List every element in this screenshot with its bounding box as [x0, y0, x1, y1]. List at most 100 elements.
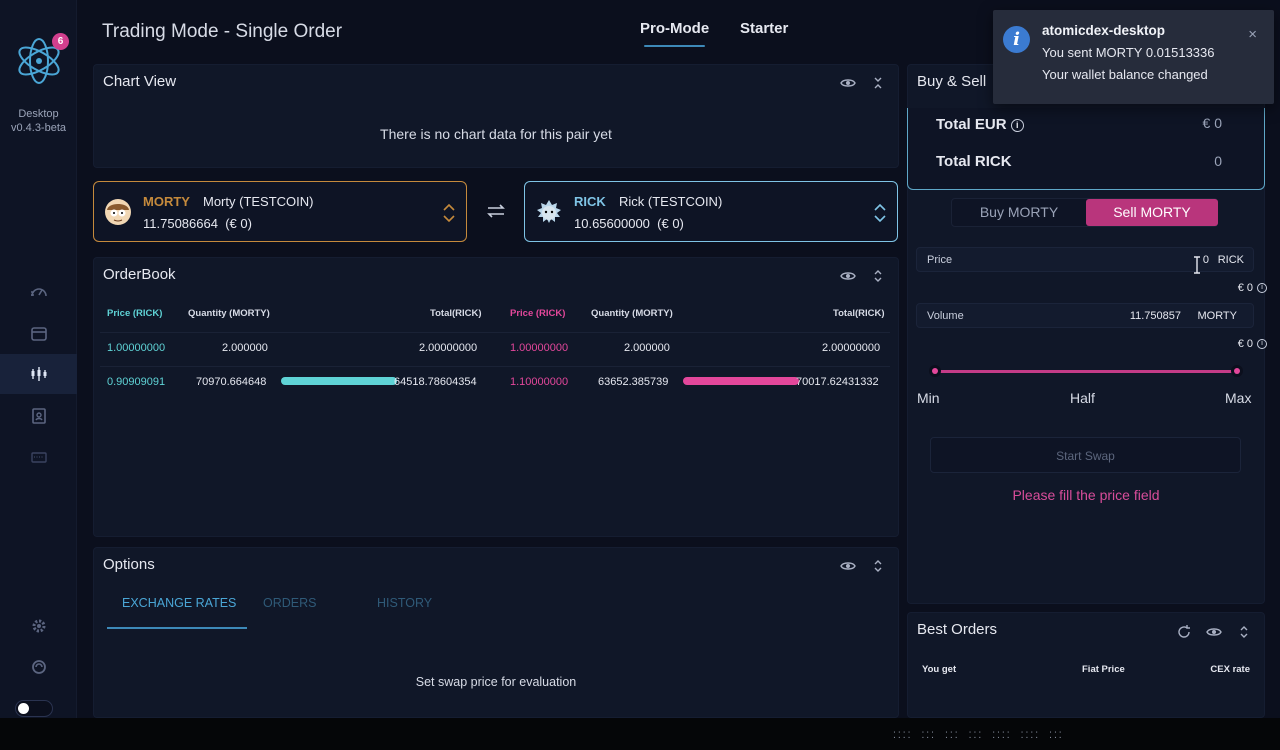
sidebar: 6 Desktop v0.4.3-beta — [0, 0, 77, 718]
ask-price[interactable]: 1.10000000 — [510, 376, 568, 388]
buy-sell-toggle: Buy MORTY Sell MORTY — [951, 198, 1218, 227]
ask-total: 2.00000000 — [822, 342, 881, 354]
chevron-up-down-icon — [874, 203, 886, 223]
volume-field[interactable]: Volume 11.750857 MORTY — [916, 303, 1254, 328]
info-icon[interactable]: i — [1257, 283, 1267, 293]
bid-price[interactable]: 0.90909091 — [107, 376, 165, 388]
bid-qty: 70970.664648 — [196, 376, 267, 388]
morty-avatar-icon — [105, 199, 131, 225]
collapse-icon[interactable] — [1236, 624, 1252, 640]
eye-icon[interactable] — [1206, 624, 1222, 640]
info-icon[interactable]: i — [1010, 119, 1024, 132]
options-empty-message: Set swap price for evaluation — [415, 675, 577, 689]
right-ticker-selector[interactable]: RICK Rick (TESTCOIN) 10.65600000 (€ 0) — [524, 181, 898, 242]
notification-title: atomicdex-desktop — [1042, 23, 1166, 38]
support-icon — [31, 660, 46, 674]
notification-line1: You sent MORTY 0.01513336 — [1042, 45, 1215, 60]
price-field[interactable]: Price 0 RICK — [916, 247, 1254, 272]
tab-starter[interactable]: Starter — [740, 20, 788, 37]
page-title: Trading Mode - Single Order — [102, 21, 343, 42]
gear-icon — [32, 619, 45, 633]
nav-support[interactable] — [0, 647, 77, 687]
volume-unit: MORTY — [1197, 310, 1237, 322]
chart-empty-message: There is no chart data for this pair yet — [380, 126, 612, 142]
price-warning: Please fill the price field — [1012, 487, 1160, 503]
chevron-up-down-icon — [443, 203, 455, 223]
cex-rate-header: CEX rate — [1210, 664, 1250, 675]
text-cursor-icon — [1194, 256, 1200, 274]
ask-qty: 2.000000 — [624, 342, 670, 354]
volume-fiat: € 0 i — [1238, 338, 1267, 350]
tab-pro-mode[interactable]: Pro-Mode — [640, 20, 709, 47]
row-divider — [100, 332, 890, 333]
notification-badge[interactable]: 6 — [52, 33, 69, 50]
options-title: Options — [103, 556, 155, 573]
chart-view-panel: Chart View There is no chart data for th… — [93, 64, 899, 168]
totals-box: Total EUR i € 0 Total RICK 0 — [907, 108, 1265, 190]
bid-price-header: Price (RICK) — [107, 308, 163, 319]
left-ticker-selector[interactable]: MORTY Morty (TESTCOIN) 11.75086664 (€ 0) — [93, 181, 467, 242]
collapse-icon[interactable] — [870, 75, 886, 91]
ask-price[interactable]: 1.00000000 — [510, 342, 568, 354]
ask-depth-bar — [683, 377, 799, 385]
nav-dashboard[interactable] — [0, 272, 77, 312]
row-divider — [100, 366, 890, 367]
theme-toggle[interactable] — [15, 700, 53, 717]
sell-morty-button[interactable]: Sell MORTY — [1086, 199, 1218, 226]
you-get-header: You get — [922, 664, 957, 675]
slider-handle[interactable] — [1231, 365, 1243, 377]
bid-total: 2.00000000 — [419, 342, 478, 354]
bid-depth-bar — [281, 377, 397, 385]
right-ticker-balance: 10.65600000 (€ 0) — [574, 216, 684, 231]
swap-pair-icon[interactable] — [486, 203, 506, 219]
slider-min-label[interactable]: Min — [917, 390, 940, 406]
chart-view-title: Chart View — [103, 73, 177, 90]
slider-half-label[interactable]: Half — [1070, 390, 1095, 406]
tab-orders[interactable]: ORDERS — [263, 596, 316, 610]
ask-qty-header: Quantity (MORTY) — [591, 308, 673, 319]
nav-fiat[interactable] — [0, 437, 77, 477]
eye-icon[interactable] — [840, 268, 856, 284]
card-icon — [30, 452, 47, 463]
ask-price-header: Price (RICK) — [510, 308, 566, 319]
start-swap-button[interactable]: Start Swap — [930, 437, 1241, 473]
slider-min-knob[interactable] — [929, 365, 941, 377]
bid-price[interactable]: 1.00000000 — [107, 342, 165, 354]
fiat-price-header: Fiat Price — [1082, 664, 1125, 675]
info-icon: i — [1003, 26, 1030, 53]
total-eur-label: Total EUR i — [936, 116, 1024, 133]
eye-icon[interactable] — [840, 75, 856, 91]
buy-morty-button[interactable]: Buy MORTY — [952, 199, 1086, 226]
total-eur-value: € 0 — [1202, 115, 1222, 131]
price-fiat: € 0 i — [1238, 282, 1267, 294]
tab-history[interactable]: HISTORY — [377, 596, 432, 610]
collapse-icon[interactable] — [870, 268, 886, 284]
collapse-icon[interactable] — [870, 558, 886, 574]
ask-total: 70017.62431332 — [796, 376, 879, 388]
price-input[interactable]: 0 — [1203, 254, 1209, 266]
volume-slider-track[interactable] — [934, 370, 1238, 373]
volume-input[interactable]: 11.750857 — [1130, 310, 1181, 322]
bottom-bar — [0, 718, 1280, 750]
nav-trade[interactable] — [0, 354, 77, 394]
refresh-icon[interactable] — [1176, 624, 1192, 640]
buy-sell-title: Buy & Sell — [917, 73, 987, 90]
nav-settings[interactable] — [0, 606, 77, 646]
left-ticker-symbol: MORTY — [143, 194, 190, 209]
best-orders-panel: Best Orders You get Fiat Price CEX rate — [907, 612, 1265, 718]
nav-addressbook[interactable] — [0, 396, 77, 436]
eye-icon[interactable] — [840, 558, 856, 574]
slider-max-label[interactable]: Max — [1225, 390, 1251, 406]
total-rick-label: Total RICK — [936, 153, 1012, 170]
info-icon[interactable]: i — [1257, 339, 1267, 349]
price-unit: RICK — [1217, 254, 1244, 266]
rick-avatar-icon — [537, 200, 561, 223]
close-icon[interactable]: × — [1248, 26, 1257, 43]
bid-total-header: Total(RICK) — [430, 308, 482, 319]
orderbook-title: OrderBook — [103, 266, 176, 283]
notification-toast[interactable]: i atomicdex-desktop You sent MORTY 0.015… — [993, 10, 1274, 104]
right-ticker-name: Rick (TESTCOIN) — [619, 194, 723, 209]
nav-wallet[interactable] — [0, 314, 77, 354]
tab-exchange-rates[interactable]: EXCHANGE RATES — [122, 596, 236, 610]
active-tab-underline — [107, 627, 247, 629]
